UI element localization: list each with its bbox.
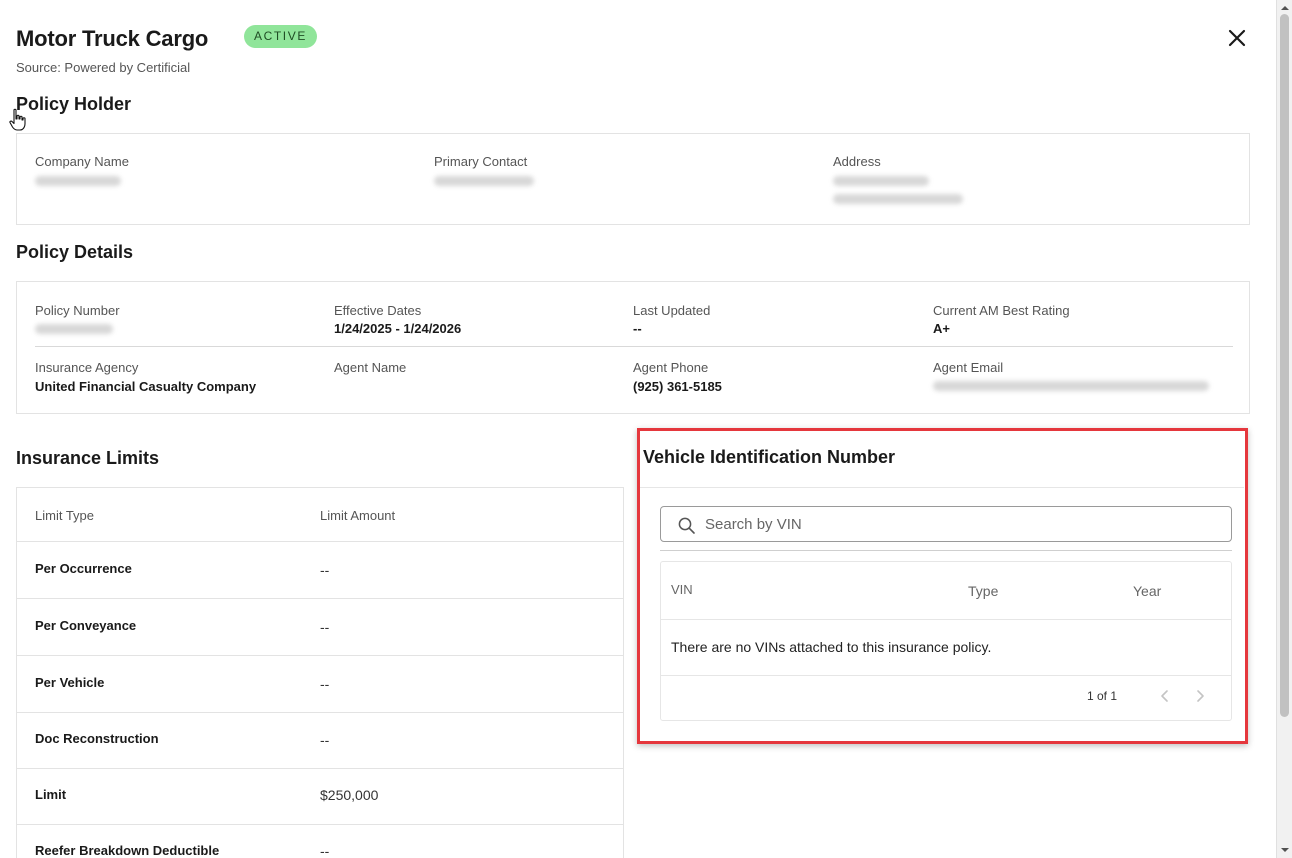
- policy-holder-card: Company Name Primary Contact Address: [16, 133, 1250, 225]
- limit-amount-cell: --: [320, 676, 330, 692]
- table-row: Per Conveyance --: [17, 599, 623, 656]
- scroll-down-arrow-icon[interactable]: [1280, 846, 1290, 854]
- status-badge: ACTIVE: [244, 25, 317, 48]
- limit-amount-cell: $250,000: [320, 787, 379, 803]
- company-name-value-redacted: [35, 176, 121, 186]
- policy-detail-page: Motor Truck Cargo ACTIVE Source: Powered…: [0, 0, 1276, 858]
- close-button[interactable]: [1224, 25, 1250, 51]
- vertical-scrollbar[interactable]: [1276, 0, 1292, 858]
- last-updated-label: Last Updated: [633, 303, 711, 318]
- insurance-agency-value: United Financial Casualty Company: [35, 379, 257, 394]
- divider: [660, 550, 1232, 551]
- limit-type-cell: Per Occurrence: [35, 561, 132, 576]
- policy-details-card: Policy Number Effective Dates 1/24/2025 …: [16, 281, 1250, 414]
- divider: [640, 487, 1244, 488]
- limit-type-cell: Limit: [35, 787, 67, 802]
- limit-amount-cell: --: [320, 619, 330, 635]
- empty-state-message: There are no VINs attached to this insur…: [671, 639, 992, 655]
- limit-amount-column-header: Limit Amount: [320, 508, 396, 523]
- company-name-label: Company Name: [35, 154, 129, 169]
- next-page-button[interactable]: [1192, 687, 1208, 705]
- table-row: Reefer Breakdown Deductible --: [17, 825, 623, 858]
- limit-type-column-header: Limit Type: [35, 508, 95, 523]
- limit-amount-cell: --: [320, 732, 330, 748]
- divider: [661, 675, 1231, 676]
- limit-type-cell: Per Vehicle: [35, 675, 105, 690]
- page-title: Motor Truck Cargo: [16, 26, 209, 51]
- primary-contact-value-redacted: [434, 176, 534, 186]
- address-line2-redacted: [833, 194, 963, 204]
- pagination-label: 1 of 1: [1087, 689, 1118, 703]
- scrollbar-thumb[interactable]: [1280, 14, 1289, 717]
- close-icon: [1228, 29, 1246, 47]
- agent-email-value-redacted: [933, 381, 1209, 391]
- insurance-agency-label: Insurance Agency: [35, 360, 139, 375]
- limit-amount-cell: --: [320, 562, 330, 578]
- limit-type-cell: Doc Reconstruction: [35, 731, 159, 746]
- agent-name-label: Agent Name: [334, 360, 407, 375]
- limit-type-cell: Reefer Breakdown Deductible: [35, 843, 220, 858]
- vin-search-input[interactable]: [705, 508, 1215, 540]
- table-row: Per Occurrence --: [17, 542, 623, 599]
- insurance-limits-heading: Insurance Limits: [16, 448, 160, 468]
- agent-phone-value: (925) 361-5185: [633, 379, 722, 394]
- policy-details-heading: Policy Details: [16, 242, 134, 262]
- last-updated-value: --: [633, 321, 642, 336]
- policy-number-label: Policy Number: [35, 303, 120, 318]
- scroll-up-arrow-icon[interactable]: [1280, 4, 1290, 12]
- vin-table: VIN Type Year There are no VINs attached…: [660, 561, 1232, 721]
- vin-search-field[interactable]: [660, 506, 1232, 542]
- limit-amount-cell: --: [320, 843, 330, 858]
- search-icon: [678, 517, 695, 534]
- am-best-rating-value: A+: [933, 321, 950, 336]
- policy-number-value-redacted: [35, 324, 113, 334]
- table-header-row: Limit Type Limit Amount: [17, 488, 623, 542]
- divider: [35, 346, 1233, 347]
- table-row: Per Vehicle --: [17, 656, 623, 713]
- chevron-right-icon: [1197, 690, 1204, 702]
- divider: [661, 619, 1231, 620]
- am-best-rating-label: Current AM Best Rating: [933, 303, 1070, 318]
- address-label: Address: [833, 154, 881, 169]
- year-column-header[interactable]: Year: [1133, 583, 1161, 599]
- limit-type-cell: Per Conveyance: [35, 618, 137, 633]
- previous-page-button[interactable]: [1157, 687, 1173, 705]
- source-text: Source: Powered by Certificial: [16, 60, 191, 75]
- primary-contact-label: Primary Contact: [434, 154, 528, 169]
- effective-dates-label: Effective Dates: [334, 303, 422, 318]
- policy-holder-heading: Policy Holder: [16, 94, 132, 114]
- table-row: Limit $250,000: [17, 769, 623, 825]
- type-column-header[interactable]: Type: [968, 583, 998, 599]
- address-line1-redacted: [833, 176, 929, 186]
- agent-email-label: Agent Email: [933, 360, 1004, 375]
- hand-cursor-icon: [9, 108, 26, 131]
- insurance-limits-table: Limit Type Limit Amount Per Occurrence -…: [16, 487, 624, 858]
- table-row: Doc Reconstruction --: [17, 713, 623, 769]
- chevron-left-icon: [1161, 690, 1168, 702]
- vin-heading: Vehicle Identification Number: [643, 447, 896, 467]
- agent-phone-label: Agent Phone: [633, 360, 709, 375]
- vin-column-header[interactable]: VIN: [671, 582, 693, 597]
- effective-dates-value: 1/24/2025 - 1/24/2026: [334, 321, 462, 336]
